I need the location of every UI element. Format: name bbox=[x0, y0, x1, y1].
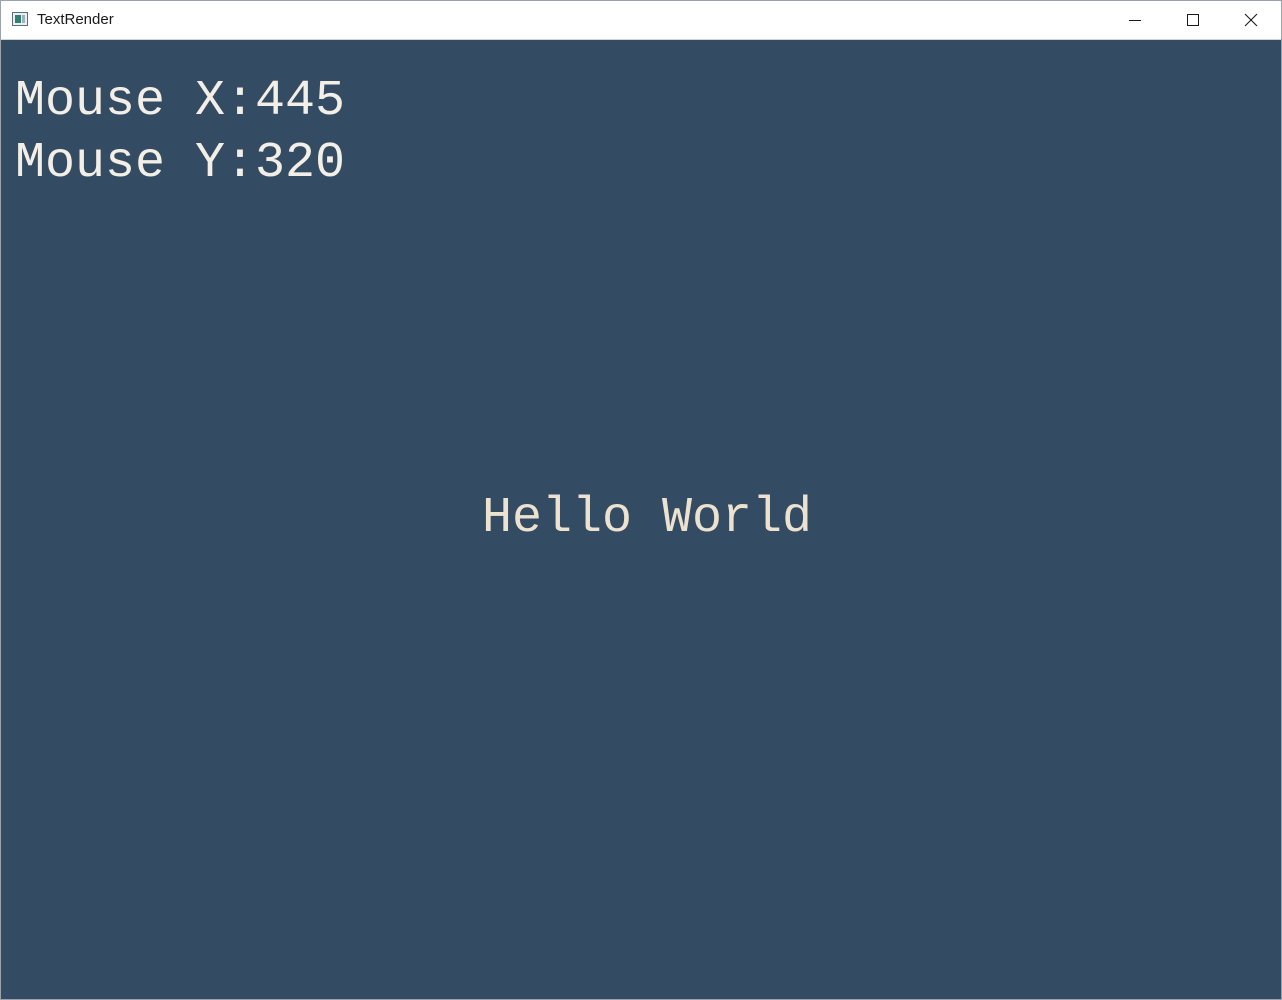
mouse-x-readout: Mouse X:445 bbox=[15, 74, 345, 130]
mouse-y-readout: Mouse Y:320 bbox=[15, 136, 345, 192]
close-button[interactable] bbox=[1222, 1, 1280, 39]
maximize-button[interactable] bbox=[1164, 1, 1222, 39]
render-canvas[interactable]: Mouse X:445 Mouse Y:320 Hello World bbox=[1, 40, 1281, 999]
mouse-x-label: Mouse X: bbox=[15, 73, 256, 130]
mouse-y-label: Mouse Y: bbox=[15, 135, 256, 192]
window-title: TextRender bbox=[37, 11, 114, 28]
app-icon-left-pane bbox=[15, 15, 21, 23]
close-icon bbox=[1244, 13, 1258, 27]
maximize-icon bbox=[1187, 14, 1199, 26]
hello-world-text: Hello World bbox=[481, 490, 813, 547]
title-bar[interactable]: TextRender bbox=[1, 1, 1281, 40]
mouse-x-value: 445 bbox=[255, 73, 346, 130]
minimize-button[interactable] bbox=[1106, 1, 1164, 39]
mouse-y-value: 320 bbox=[255, 135, 346, 192]
app-window-icon[interactable] bbox=[12, 12, 28, 26]
app-window: TextRender Mouse X:445 Mouse Y:320 Hello… bbox=[0, 0, 1282, 1000]
app-icon-right-pane bbox=[22, 15, 25, 23]
minimize-icon bbox=[1129, 20, 1141, 21]
